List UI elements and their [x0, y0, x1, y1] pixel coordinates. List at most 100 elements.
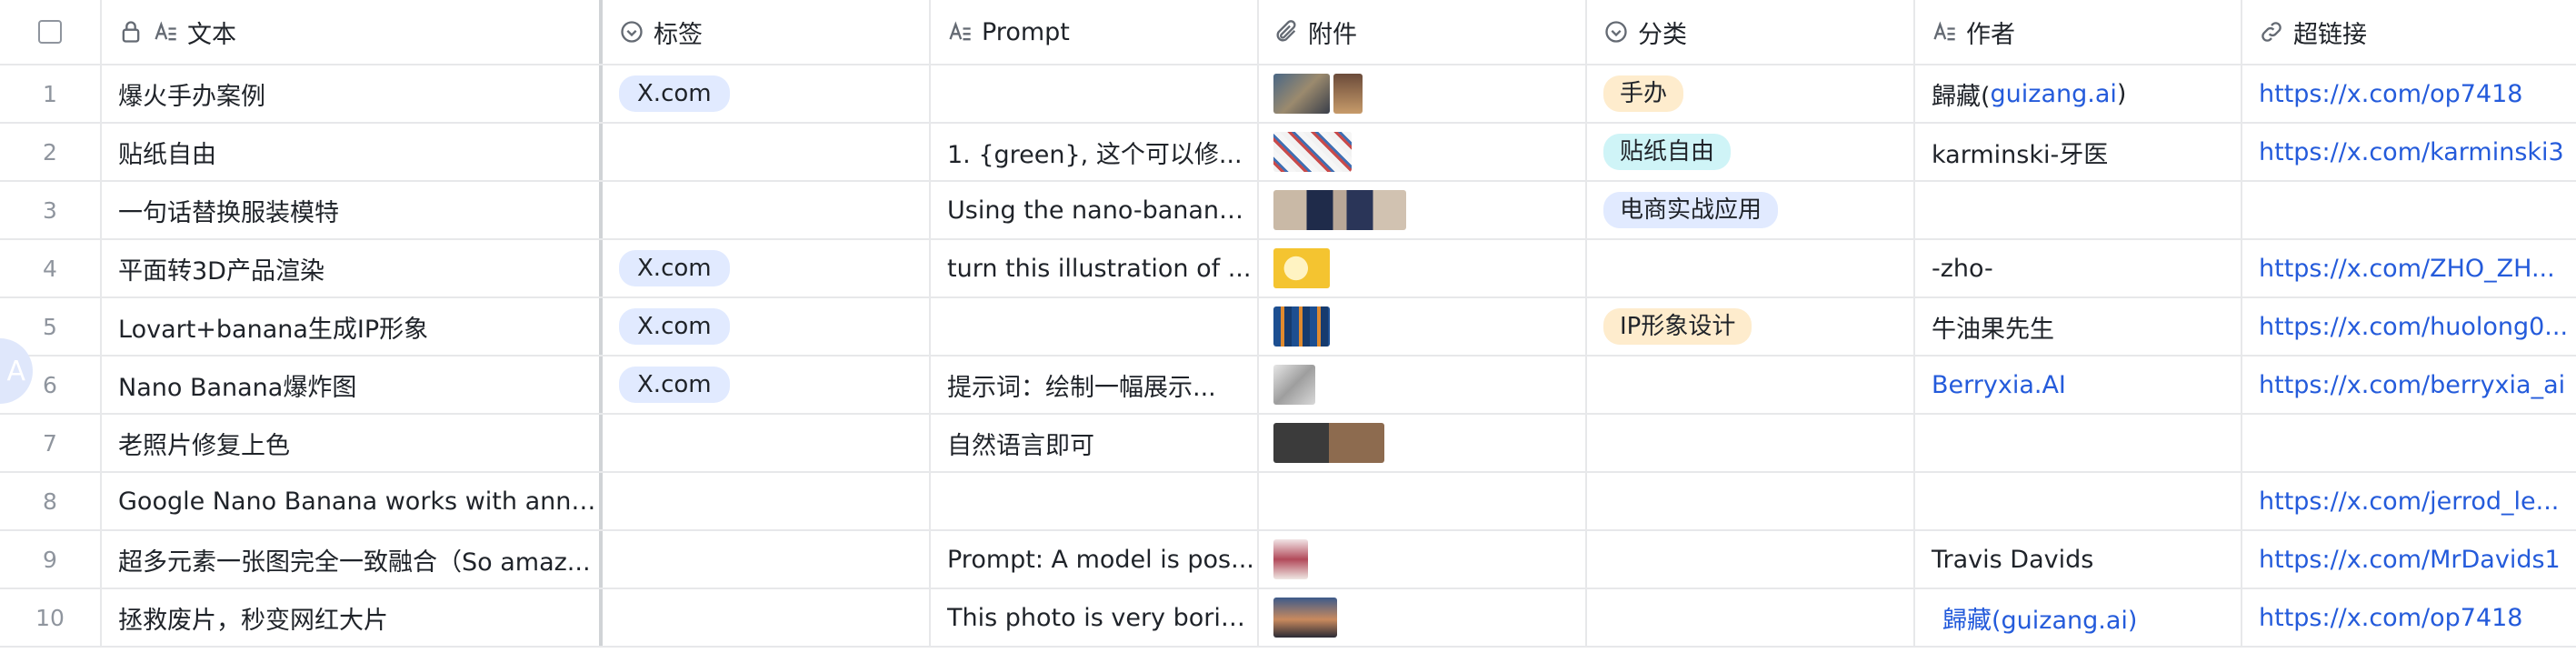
link-cell[interactable]: https://x.com/ZHO_ZH... [2242, 240, 2576, 296]
text-cell[interactable]: 一句话替换服装模特 [102, 182, 603, 238]
prompt-cell[interactable]: This photo is very borin... [931, 589, 1259, 646]
tag-cell[interactable]: X.com [603, 240, 931, 296]
attachment-cell[interactable] [1259, 473, 1587, 529]
hyperlink[interactable]: https://x.com/MrDavids1 [2259, 546, 2561, 574]
category-cell[interactable] [1587, 589, 1915, 646]
column-header-attachment[interactable]: 附件 [1259, 0, 1587, 64]
prompt-cell[interactable] [931, 473, 1259, 529]
hyperlink[interactable]: https://x.com/karminski3 [2259, 138, 2564, 166]
category-cell[interactable]: IP形象设计 [1587, 298, 1915, 355]
hyperlink[interactable]: https://x.com/berryxia_ai [2259, 371, 2565, 399]
prompt-cell[interactable]: Prompt: A model is pos... [931, 531, 1259, 588]
author-cell[interactable]: 歸藏(guizang.ai) [1915, 65, 2242, 122]
hyperlink[interactable]: https://x.com/op7418 [2259, 80, 2522, 108]
tag-cell[interactable] [603, 124, 931, 180]
author-link[interactable]: 歸藏(guizang.ai) [1942, 600, 2137, 636]
author-cell[interactable] [1915, 182, 2242, 238]
link-cell[interactable]: https://x.com/jerrod_le... [2242, 473, 2576, 529]
table-row[interactable]: 3 一句话替换服装模特 Using the nano-banana... 电商实… [0, 182, 2576, 240]
author-cell[interactable]: Berryxia.AI [1915, 357, 2242, 413]
author-link[interactable]: guizang.ai [1991, 80, 2117, 108]
text-cell[interactable]: 拯救废片，秒变网红大片 [102, 589, 603, 646]
table-row[interactable]: 8 Google Nano Banana works with annot...… [0, 473, 2576, 531]
text-cell[interactable]: 老照片修复上色 [102, 415, 603, 471]
attachment-thumbnail[interactable] [1273, 423, 1384, 463]
prompt-cell[interactable] [931, 298, 1259, 355]
text-cell[interactable]: 超多元素一张图完全一致融合（So amaz... [102, 531, 603, 588]
attachment-thumbnail[interactable] [1333, 74, 1363, 114]
tag-cell[interactable] [603, 589, 931, 646]
author-cell[interactable]: Travis Davids [1915, 531, 2242, 588]
prompt-cell[interactable]: 1. {green}, 这个可以修... [931, 124, 1259, 180]
link-cell[interactable]: https://x.com/huolong0... [2242, 298, 2576, 355]
tag-cell[interactable] [603, 473, 931, 529]
author-cell[interactable]: karminski-牙医 [1915, 124, 2242, 180]
attachment-thumbnail[interactable] [1273, 306, 1330, 347]
category-cell[interactable]: 手办 [1587, 65, 1915, 122]
tag-cell[interactable] [603, 182, 931, 238]
link-cell[interactable]: https://x.com/op7418 [2242, 589, 2576, 646]
select-all-cell[interactable] [0, 0, 102, 64]
author-cell[interactable]: -zho- [1915, 240, 2242, 296]
tag-cell[interactable] [603, 415, 931, 471]
link-cell[interactable]: https://x.com/karminski3 [2242, 124, 2576, 180]
attachment-cell[interactable] [1259, 124, 1587, 180]
column-header-author[interactable]: 作者 [1915, 0, 2242, 64]
text-cell[interactable]: Lovart+banana生成IP形象 [102, 298, 603, 355]
prompt-cell[interactable]: 自然语言即可 [931, 415, 1259, 471]
tag-cell[interactable]: X.com [603, 65, 931, 122]
tag-cell[interactable] [603, 531, 931, 588]
category-cell[interactable] [1587, 473, 1915, 529]
attachment-cell[interactable] [1259, 589, 1587, 646]
table-row[interactable]: 2 贴纸自由 1. {green}, 这个可以修... 贴纸自由 karmins… [0, 124, 2576, 182]
column-header-text[interactable]: 文本 [102, 0, 603, 64]
table-row[interactable]: 5 Lovart+banana生成IP形象 X.com IP形象设计 牛油果先生… [0, 298, 2576, 357]
category-cell[interactable] [1587, 240, 1915, 296]
category-cell[interactable] [1587, 415, 1915, 471]
column-header-prompt[interactable]: Prompt [931, 0, 1259, 64]
prompt-cell[interactable] [931, 65, 1259, 122]
select-all-checkbox[interactable] [38, 20, 62, 44]
attachment-cell[interactable] [1259, 65, 1587, 122]
author-link[interactable]: Berryxia.AI [1932, 371, 2066, 399]
attachment-thumbnail[interactable] [1273, 248, 1330, 288]
category-cell[interactable] [1587, 531, 1915, 588]
attachment-thumbnail[interactable] [1273, 365, 1315, 405]
category-cell[interactable]: 贴纸自由 [1587, 124, 1915, 180]
link-cell[interactable]: https://x.com/op7418 [2242, 65, 2576, 122]
hyperlink[interactable]: https://x.com/jerrod_le... [2259, 487, 2559, 516]
column-header-link[interactable]: 超链接 [2242, 0, 2576, 64]
link-cell[interactable] [2242, 415, 2576, 471]
hyperlink[interactable]: https://x.com/huolong0... [2259, 313, 2568, 341]
table-row[interactable]: 10 拯救废片，秒变网红大片 This photo is very borin.… [0, 589, 2576, 648]
table-row[interactable]: 7 老照片修复上色 自然语言即可 [0, 415, 2576, 473]
table-row[interactable]: 6 Nano Banana爆炸图 X.com 提示词：绘制一幅展示... Ber… [0, 357, 2576, 415]
attachment-thumbnail[interactable] [1273, 74, 1330, 114]
text-cell[interactable]: Google Nano Banana works with annot... [102, 473, 603, 529]
prompt-cell[interactable]: Using the nano-banana... [931, 182, 1259, 238]
link-cell[interactable]: https://x.com/berryxia_ai [2242, 357, 2576, 413]
tag-cell[interactable]: X.com [603, 298, 931, 355]
attachment-cell[interactable] [1259, 298, 1587, 355]
attachment-cell[interactable] [1259, 531, 1587, 588]
link-cell[interactable]: https://x.com/MrDavids1 [2242, 531, 2576, 588]
prompt-cell[interactable]: turn this illustration of ... [931, 240, 1259, 296]
column-header-category[interactable]: 分类 [1587, 0, 1915, 64]
text-cell[interactable]: 贴纸自由 [102, 124, 603, 180]
link-cell[interactable] [2242, 182, 2576, 238]
attachment-thumbnail[interactable] [1273, 132, 1352, 172]
category-cell[interactable]: 电商实战应用 [1587, 182, 1915, 238]
text-cell[interactable]: 爆火手办案例 [102, 65, 603, 122]
table-row[interactable]: 9 超多元素一张图完全一致融合（So amaz... Prompt: A mod… [0, 531, 2576, 589]
tag-cell[interactable]: X.com [603, 357, 931, 413]
table-row[interactable]: 1 爆火手办案例 X.com 手办 歸藏(guizang.ai) https:/… [0, 65, 2576, 124]
attachment-cell[interactable] [1259, 357, 1587, 413]
author-cell[interactable]: 歸藏(guizang.ai) [1915, 589, 2242, 646]
hyperlink[interactable]: https://x.com/op7418 [2259, 604, 2522, 632]
text-cell[interactable]: 平面转3D产品渲染 [102, 240, 603, 296]
attachment-thumbnail[interactable] [1273, 190, 1406, 230]
author-cell[interactable]: 牛油果先生 [1915, 298, 2242, 355]
attachment-cell[interactable] [1259, 182, 1587, 238]
text-cell[interactable]: Nano Banana爆炸图 [102, 357, 603, 413]
category-cell[interactable] [1587, 357, 1915, 413]
